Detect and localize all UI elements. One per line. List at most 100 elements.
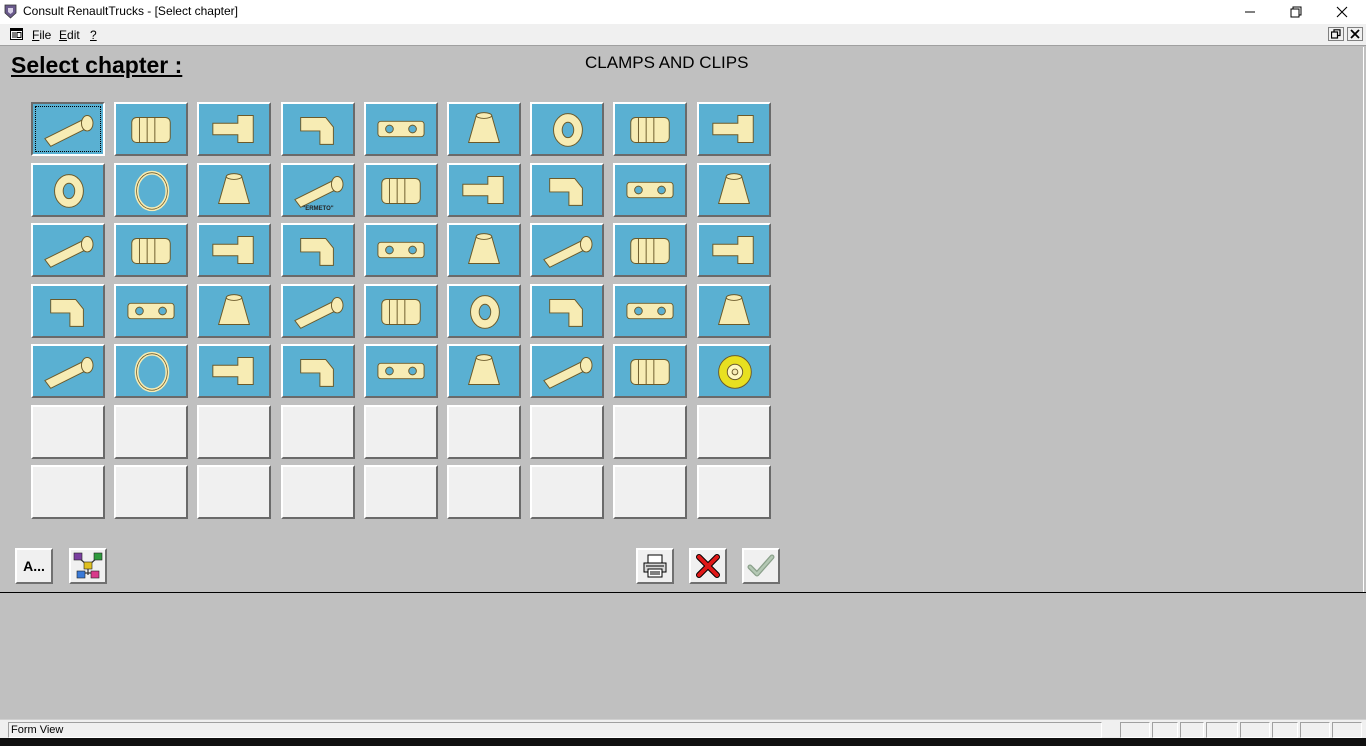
chapter-tile[interactable]	[364, 284, 438, 338]
tree-navigation-button[interactable]	[69, 548, 107, 584]
chapter-tile[interactable]	[613, 102, 687, 156]
restore-icon	[1331, 29, 1341, 39]
chain-icon	[377, 241, 425, 259]
close-icon	[1350, 29, 1360, 39]
window-title: Consult RenaultTrucks - [Select chapter]	[23, 4, 238, 18]
chapter-tile[interactable]	[697, 344, 771, 398]
cancel-button[interactable]	[689, 548, 727, 584]
tool-rod-icon	[300, 358, 334, 387]
bulb-icon	[626, 302, 674, 320]
empty-chapter-tile	[530, 465, 604, 519]
menu-file[interactable]: File	[32, 28, 51, 42]
chapter-tile[interactable]	[364, 163, 438, 217]
chapter-tile[interactable]	[364, 344, 438, 398]
chapter-tile[interactable]	[281, 223, 355, 277]
seal-rings-icon	[300, 237, 334, 266]
status-pane	[1180, 722, 1204, 738]
chapter-tile[interactable]	[31, 102, 105, 156]
tape-roll-icon	[718, 355, 752, 389]
alphabetical-search-button[interactable]: A...	[15, 548, 53, 584]
chapter-tile[interactable]	[530, 223, 604, 277]
chapter-tile[interactable]	[31, 344, 105, 398]
empty-chapter-tile	[31, 465, 105, 519]
chapter-tile[interactable]	[447, 344, 521, 398]
empty-chapter-tile	[613, 405, 687, 459]
chapter-tile[interactable]	[114, 284, 188, 338]
empty-chapter-tile	[114, 465, 188, 519]
chapter-tile[interactable]	[31, 223, 105, 277]
chapter-tile[interactable]	[613, 344, 687, 398]
tee-union-icon	[626, 181, 674, 199]
chapter-tile[interactable]	[697, 284, 771, 338]
cable-terminal-icon	[294, 297, 344, 329]
tile-caption: "ERMETO"	[302, 206, 334, 212]
menu-bar: File Edit ?	[0, 24, 1366, 46]
restore-icon	[1290, 6, 1302, 18]
chapter-tile[interactable]	[114, 344, 188, 398]
chapter-tile[interactable]	[613, 223, 687, 277]
chapter-tile[interactable]	[197, 344, 271, 398]
validate-button[interactable]	[742, 548, 780, 584]
empty-chapter-tile	[364, 465, 438, 519]
chapter-tile[interactable]	[530, 284, 604, 338]
pin-icon	[44, 357, 94, 389]
restore-button[interactable]	[1273, 0, 1319, 24]
close-button[interactable]	[1319, 0, 1365, 24]
document-restore-button[interactable]	[1328, 27, 1344, 41]
ball-bearing-icon	[630, 237, 670, 264]
close-icon	[1336, 6, 1348, 18]
chapter-tile[interactable]	[447, 102, 521, 156]
chapter-tile[interactable]	[697, 163, 771, 217]
chapter-tile[interactable]	[114, 102, 188, 156]
chapter-tile[interactable]	[281, 344, 355, 398]
empty-chapter-tile	[281, 405, 355, 459]
hex-nut-icon	[553, 113, 583, 147]
chapter-tile[interactable]	[530, 344, 604, 398]
menu-help[interactable]: ?	[90, 28, 97, 42]
chapter-tile[interactable]	[613, 163, 687, 217]
chapter-tile[interactable]	[530, 163, 604, 217]
chapter-tile[interactable]	[31, 284, 105, 338]
connector-block-icon	[127, 302, 175, 320]
document-system-menu-icon[interactable]	[10, 28, 23, 40]
chapter-name: CLAMPS AND CLIPS	[585, 53, 749, 72]
cage-nut-icon	[712, 115, 754, 143]
chapter-tile[interactable]	[197, 102, 271, 156]
chapter-tile[interactable]	[31, 163, 105, 217]
chapter-tile[interactable]	[114, 223, 188, 277]
minimize-button[interactable]	[1227, 0, 1273, 24]
rivet-icon	[543, 357, 593, 389]
chapter-tile[interactable]	[281, 284, 355, 338]
title-bar: Consult RenaultTrucks - [Select chapter]	[0, 0, 1366, 24]
document-close-button[interactable]	[1347, 27, 1363, 41]
chapter-tile[interactable]	[447, 223, 521, 277]
chapter-tile[interactable]	[197, 284, 271, 338]
empty-chapter-tile	[530, 405, 604, 459]
chapter-tile[interactable]	[530, 102, 604, 156]
chapter-tile[interactable]	[197, 223, 271, 277]
chapter-tile[interactable]	[364, 223, 438, 277]
frame-edge	[1363, 47, 1364, 592]
minimize-icon	[1245, 11, 1255, 13]
menu-edit[interactable]: Edit	[59, 28, 80, 42]
quick-coupling-icon	[44, 236, 94, 268]
status-pane	[1272, 722, 1298, 738]
empty-chapter-tile	[613, 465, 687, 519]
chapter-tile[interactable]	[697, 223, 771, 277]
chapter-tile[interactable]	[114, 163, 188, 217]
split-pins-icon	[377, 362, 425, 380]
status-pane	[1152, 722, 1178, 738]
chapter-tile[interactable]	[281, 102, 355, 156]
print-button[interactable]	[636, 548, 674, 584]
empty-chapter-tile	[364, 405, 438, 459]
chapter-tile[interactable]	[197, 163, 271, 217]
chapter-tile[interactable]: "ERMETO"	[281, 163, 355, 217]
chapter-tile[interactable]	[364, 102, 438, 156]
empty-chapter-tile	[447, 405, 521, 459]
chapter-tile[interactable]	[447, 284, 521, 338]
chapter-tile[interactable]	[697, 102, 771, 156]
threaded-adapter-icon	[50, 298, 84, 327]
belt-link-icon	[467, 233, 501, 264]
chapter-tile[interactable]	[447, 163, 521, 217]
chapter-tile[interactable]	[613, 284, 687, 338]
